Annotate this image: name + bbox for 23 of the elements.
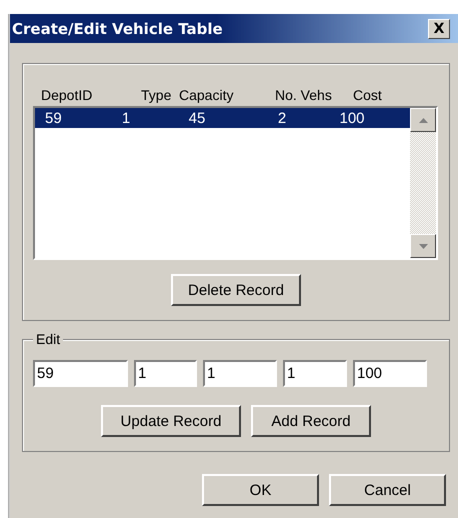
close-button[interactable]: X bbox=[428, 18, 450, 38]
window-title: Create/Edit Vehicle Table bbox=[12, 20, 223, 38]
update-record-button[interactable]: Update Record bbox=[101, 405, 241, 437]
input-field[interactable]: 1 bbox=[134, 360, 197, 387]
input-field[interactable]: 100 bbox=[353, 360, 427, 387]
ok-button[interactable]: OK bbox=[202, 474, 319, 506]
scroll-up-icon[interactable] bbox=[410, 108, 436, 132]
list-row[interactable]: 59 1 45 2 100 bbox=[35, 108, 410, 128]
column-header: DepotID bbox=[40, 87, 94, 103]
cancel-button[interactable]: Cancel bbox=[329, 474, 446, 506]
input-field[interactable]: 59 bbox=[33, 360, 128, 387]
column-header: Cost bbox=[353, 87, 383, 103]
group-legend: Edit bbox=[33, 331, 64, 347]
vehicle-list[interactable]: 59 1 45 2 100 bbox=[33, 106, 438, 260]
input-field[interactable]: 1 bbox=[283, 360, 347, 387]
column-header: Capacity bbox=[179, 87, 234, 103]
delete-record-button[interactable]: Delete Record bbox=[171, 274, 301, 306]
column-header: Type bbox=[141, 87, 172, 103]
scrollbar[interactable] bbox=[410, 108, 436, 258]
input-field[interactable]: 1 bbox=[203, 360, 277, 387]
add-record-button[interactable]: Add Record bbox=[251, 405, 371, 437]
column-header: No. Vehs bbox=[275, 87, 333, 103]
scroll-down-icon[interactable] bbox=[410, 234, 436, 258]
